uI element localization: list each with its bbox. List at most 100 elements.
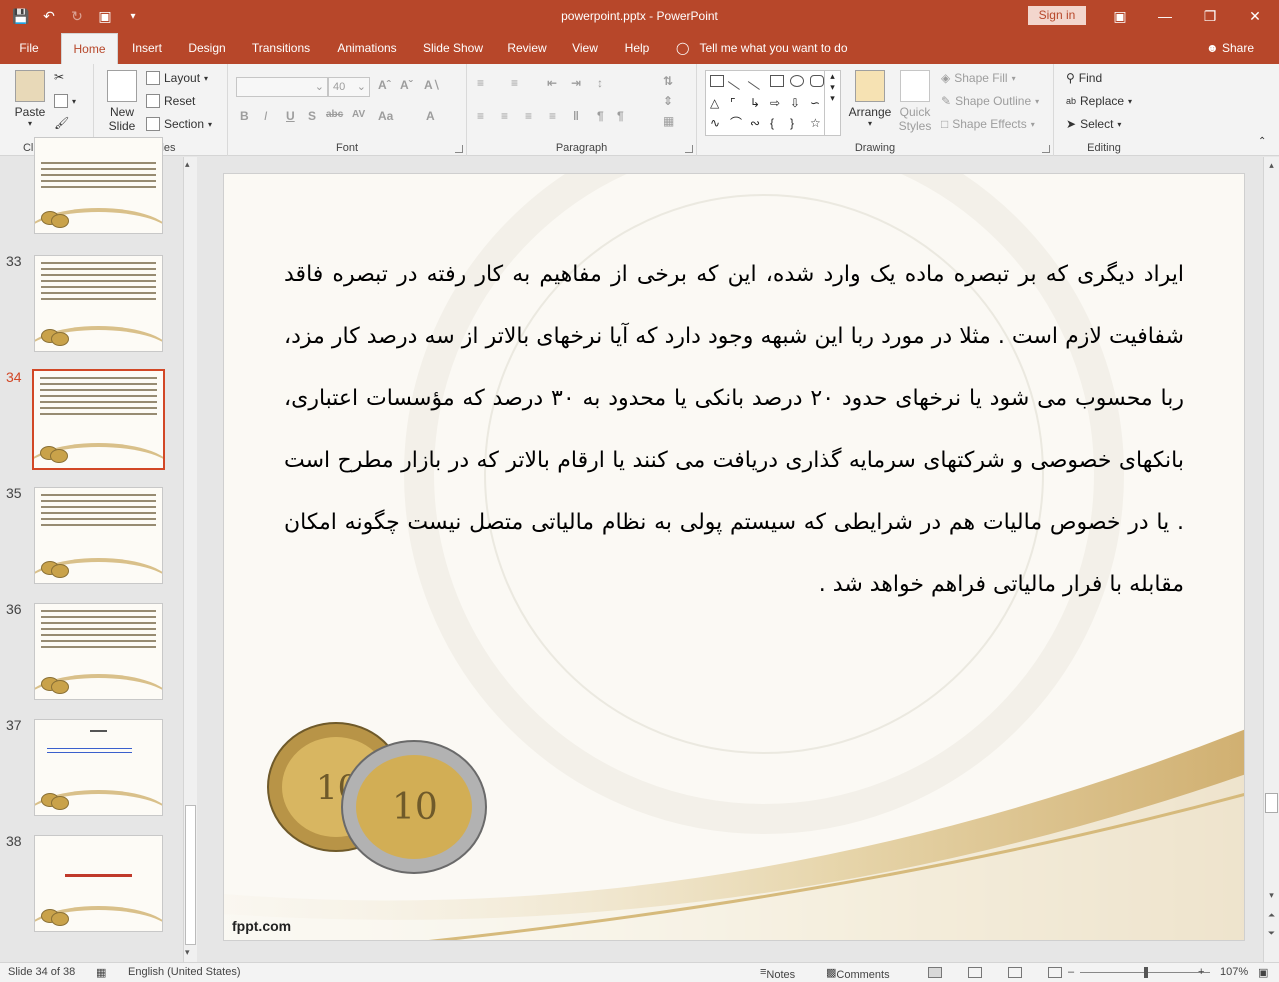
spell-check-icon[interactable]: ▦ (96, 966, 106, 979)
rtl-icon[interactable]: ¶ (597, 109, 604, 123)
minimize-icon[interactable]: — (1154, 5, 1176, 27)
tab-view[interactable]: View (564, 33, 606, 64)
new-slide-button[interactable]: New Slide (104, 70, 140, 133)
shapes-gallery[interactable]: △ ⌜ ↳ ⇨ ⇩ ∽ ∿ ⌒ ∾ { } ☆ ▴ ▾ ▾ (705, 70, 841, 136)
tab-file[interactable]: File (8, 33, 50, 64)
freeform-shape-icon[interactable]: ∽ (810, 97, 824, 109)
quick-styles-button[interactable]: Quick Styles (895, 70, 935, 133)
tab-review[interactable]: Review (500, 33, 554, 64)
line-shape-icon[interactable] (727, 72, 747, 90)
zoom-level[interactable]: 107% (1220, 966, 1248, 978)
curve-shape-icon[interactable]: ∿ (710, 117, 724, 129)
slide-scrollbar[interactable]: ▴ ▾ ⏶ ⏷ (1263, 157, 1279, 962)
down-arrow-shape-icon[interactable]: ⇩ (790, 97, 804, 109)
justify-icon[interactable]: ≡ (549, 109, 556, 123)
slide-sorter-view-icon[interactable] (968, 967, 982, 978)
italic-icon[interactable]: I (264, 109, 267, 123)
paste-button[interactable]: Paste ▾ (10, 70, 50, 128)
right-brace-shape-icon[interactable]: } (790, 117, 804, 129)
slide-thumbnail-36[interactable] (34, 603, 163, 700)
shape-effects-button[interactable]: □ Shape Effects ▾ (941, 117, 1035, 131)
triangle-shape-icon[interactable]: △ (710, 97, 724, 109)
select-button[interactable]: ➤ Select ▾ (1066, 117, 1121, 131)
slide-canvas[interactable]: 10 10 ایراد دیگری که بر تبصره ماده یک وا… (223, 173, 1245, 941)
font-color-icon[interactable]: A (426, 109, 435, 123)
previous-slide-icon[interactable]: ⏶ (1266, 909, 1277, 921)
underline-icon[interactable]: U (286, 109, 295, 123)
slide-scroll-thumb[interactable] (1265, 793, 1278, 813)
collapse-ribbon-icon[interactable]: ⌃ (1258, 136, 1266, 147)
share-button[interactable]: ☻ Share (1206, 33, 1254, 64)
slide-body-text[interactable]: ایراد دیگری که بر تبصره ماده یک وارد شده… (284, 244, 1184, 616)
scroll-up-icon[interactable]: ▴ (185, 159, 190, 170)
text-direction-icon[interactable]: ⇅ (663, 74, 673, 88)
wave-shape-icon[interactable]: ∾ (750, 117, 764, 129)
align-right-icon[interactable]: ≡ (525, 109, 532, 123)
find-button[interactable]: ⚲ Find (1066, 71, 1102, 85)
fit-slide-icon[interactable]: ▣ (1258, 966, 1268, 979)
slide-thumbnail-32[interactable] (34, 137, 163, 234)
drawing-launcher-icon[interactable] (1042, 145, 1050, 153)
tab-slide-show[interactable]: Slide Show (416, 33, 490, 64)
close-icon[interactable]: ✕ (1244, 5, 1266, 27)
left-brace-shape-icon[interactable]: { (770, 117, 784, 129)
thumbnail-scrollbar[interactable]: ▴ ▾ (183, 157, 197, 962)
layout-button[interactable]: Layout ▾ (146, 71, 208, 85)
ribbon-display-options-icon[interactable]: ▣ (1109, 5, 1131, 27)
slide-thumbnail-33[interactable] (34, 255, 163, 352)
elbow-arrow-shape-icon[interactable]: ↳ (750, 97, 764, 109)
arc-shape-icon[interactable]: ⌒ (730, 117, 744, 129)
slide-show-view-icon[interactable] (1048, 967, 1062, 978)
font-name-combo[interactable]: ⌄ (236, 77, 328, 97)
ltr-icon[interactable]: ¶ (617, 109, 624, 123)
character-spacing-icon[interactable]: AV (352, 109, 365, 120)
decrease-indent-icon[interactable]: ⇤ (547, 76, 557, 90)
change-case-icon[interactable]: Aa (378, 109, 393, 123)
replace-button[interactable]: ab Replace ▾ (1066, 94, 1132, 108)
slide-thumbnail-38[interactable] (34, 835, 163, 932)
star-shape-icon[interactable]: ☆ (810, 117, 824, 129)
slide-thumbnail-pane[interactable]: 33 34 35 36 37 38 ▴ ▾ (0, 137, 200, 962)
scroll-down-icon[interactable]: ▾ (1266, 889, 1277, 901)
comments-button[interactable]: ▩ Comments (826, 966, 890, 981)
tell-me-search[interactable]: ◯ Tell me what you want to do (676, 33, 848, 64)
notes-button[interactable]: ≡ Notes (760, 966, 795, 981)
oval-shape-icon[interactable] (790, 75, 804, 87)
cut-button[interactable]: ✂ (54, 70, 64, 84)
shape-outline-button[interactable]: ✎ Shape Outline ▾ (941, 94, 1039, 108)
right-arrow-shape-icon[interactable]: ⇨ (770, 97, 784, 109)
columns-icon[interactable]: ‖ (573, 109, 579, 123)
format-painter-button[interactable]: 🖌 (54, 116, 69, 130)
numbering-icon[interactable]: ≡ (511, 76, 518, 90)
arrow-shape-icon[interactable] (747, 72, 767, 90)
align-left-icon[interactable]: ≡ (477, 109, 484, 123)
sign-in-button[interactable]: Sign in (1028, 6, 1086, 25)
tab-design[interactable]: Design (180, 33, 234, 64)
reading-view-icon[interactable] (1008, 967, 1022, 978)
text-box-shape-icon[interactable] (710, 75, 724, 87)
shape-fill-button[interactable]: ◈ Shape Fill ▾ (941, 71, 1016, 85)
bullets-icon[interactable]: ≡ (477, 76, 484, 90)
scroll-up-icon[interactable]: ▴ (1266, 159, 1277, 171)
tab-home[interactable]: Home (61, 33, 118, 64)
font-launcher-icon[interactable] (455, 145, 463, 153)
zoom-in-icon[interactable]: + (1198, 966, 1204, 978)
shadow-icon[interactable]: S (308, 109, 316, 123)
zoom-slider-knob[interactable] (1144, 967, 1148, 978)
arrange-button[interactable]: Arrange ▾ (847, 70, 893, 128)
tab-transitions[interactable]: Transitions (244, 33, 318, 64)
tab-insert[interactable]: Insert (124, 33, 170, 64)
paragraph-launcher-icon[interactable] (685, 145, 693, 153)
thumbnail-scroll-thumb[interactable] (185, 805, 196, 945)
rectangle-shape-icon[interactable] (770, 75, 784, 87)
shapes-scroll[interactable]: ▴ ▾ ▾ (824, 71, 840, 135)
next-slide-icon[interactable]: ⏷ (1266, 927, 1277, 939)
section-button[interactable]: Section ▾ (146, 117, 212, 131)
strikethrough-icon[interactable]: abc (326, 109, 343, 120)
decrease-font-size-icon[interactable]: Aˇ (400, 78, 413, 92)
normal-view-icon[interactable] (928, 967, 942, 978)
zoom-out-icon[interactable]: – (1068, 966, 1074, 978)
rounded-rectangle-shape-icon[interactable] (810, 75, 824, 87)
smartart-icon[interactable]: ▦ (663, 114, 674, 128)
font-size-combo[interactable]: 40 ⌄ (328, 77, 370, 97)
